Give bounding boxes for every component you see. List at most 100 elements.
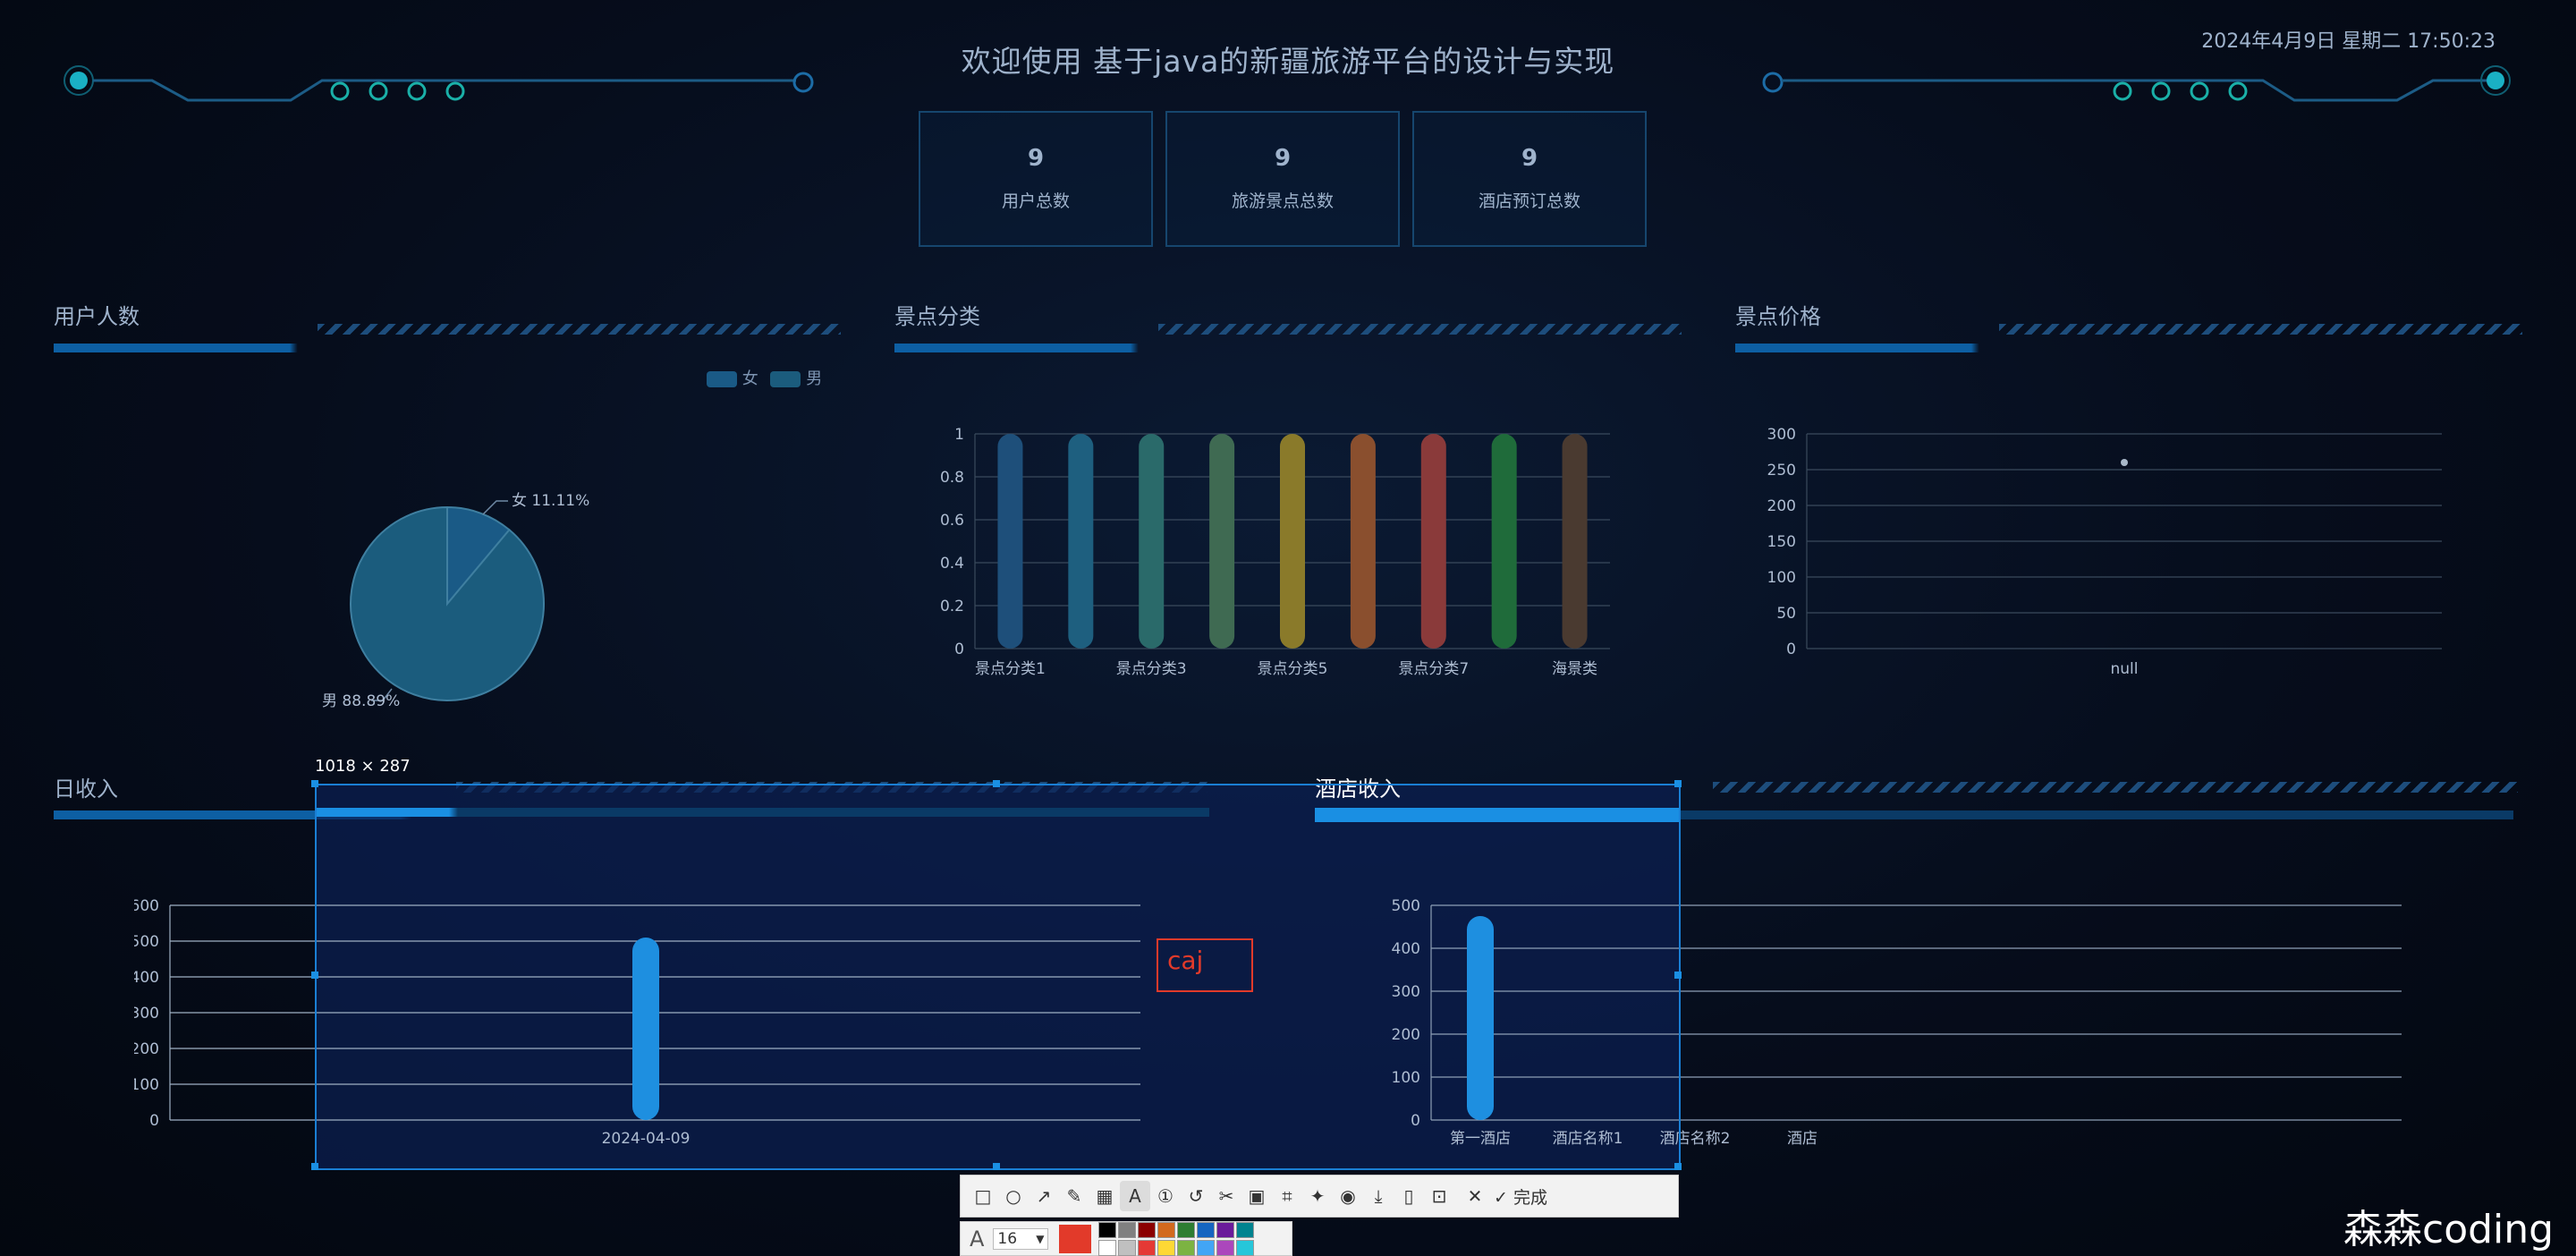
palette-color[interactable] [1197,1239,1216,1256]
screenshot-selection[interactable] [315,784,1681,1170]
panel-underline [894,344,1682,352]
selection-handle-ml[interactable] [311,972,318,979]
screen-record-icon[interactable]: ▣ [1241,1181,1272,1211]
close-icon[interactable]: ✕ [1460,1181,1490,1211]
palette-color[interactable] [1177,1221,1196,1238]
font-size-value: 16 [997,1229,1018,1248]
x-tick-label: 景点分类5 [1258,660,1328,678]
selection-handle-tm[interactable] [993,780,1000,787]
y-tick-label: 250 [1767,462,1796,479]
annotation-text[interactable]: caj [1167,946,1203,975]
mosaic-icon[interactable]: ▦ [1089,1181,1120,1211]
selection-handle-bm[interactable] [993,1163,1000,1170]
y-tick-label: 0.6 [940,512,964,530]
datetime: 2024年4月9日 星期二 17:50:23 [2201,30,2496,53]
category-bar-chart: 0 0.2 0.4 0.6 0.8 1 景点分类1 景点分类3 景点分类5 景点分类7 海景类 [940,426,1610,678]
y-tick-label: 0 [954,641,964,658]
download-icon[interactable]: ⤓ [1363,1181,1394,1211]
y-tick-label: 0.4 [940,555,964,573]
palette-color[interactable] [1098,1221,1117,1238]
stat-value: 9 [1027,145,1045,172]
x-tick-label: 景点分类7 [1398,660,1469,678]
palette-color[interactable] [1098,1239,1117,1256]
price-chart: 0 50 100 150 200 250 300 null [1767,426,2442,678]
pen-icon[interactable]: ✎ [1059,1181,1089,1211]
pie-label: 男 88.89% [322,692,400,710]
rect-icon[interactable]: □ [968,1181,998,1211]
palette-color[interactable] [1236,1221,1255,1238]
palette-color[interactable] [1216,1221,1235,1238]
current-color-swatch[interactable] [1059,1224,1092,1253]
y-tick-label: 0 [1786,641,1796,658]
bar[interactable] [997,434,1023,649]
watermark: 森森coding [2343,1207,2555,1252]
legend-swatch-female [707,371,737,387]
pie-label: 女 11.11% [512,492,589,510]
scissors-icon[interactable]: ✂ [1211,1181,1241,1211]
finish-label: 完成 [1513,1187,1547,1208]
palette-color[interactable] [1197,1221,1216,1238]
bar[interactable] [1420,434,1446,649]
bar[interactable] [1209,434,1235,649]
y-tick-label: 400 [134,969,159,987]
palette-color[interactable] [1216,1239,1235,1256]
pie-slice[interactable] [350,505,545,701]
stat-value: 9 [1274,145,1292,172]
pie-legend: 女 男 [707,366,822,389]
palette-color[interactable] [1118,1239,1137,1256]
arrow-icon[interactable]: ↗ [1029,1181,1059,1211]
text-icon[interactable]: A [1120,1181,1150,1211]
finish-button[interactable]: ✓ 完成 [1494,1184,1547,1209]
undo-icon[interactable]: ↺ [1181,1181,1211,1211]
text-annotation-box[interactable]: caj [1157,938,1253,992]
selection-handle-bl[interactable] [311,1163,318,1170]
panel-underline [54,344,841,352]
bar[interactable] [1562,434,1588,649]
y-tick-label: 500 [134,933,159,951]
bar[interactable] [1139,434,1165,649]
palette-color[interactable] [1157,1221,1176,1238]
bar[interactable] [1491,434,1517,649]
palette-color[interactable] [1157,1239,1176,1256]
bar[interactable] [1068,434,1094,649]
ellipse-icon[interactable]: ○ [998,1181,1029,1211]
palette-color[interactable] [1118,1221,1137,1238]
record-icon[interactable]: ◉ [1333,1181,1363,1211]
stat-card-attractions: 9 旅游景点总数 [1165,111,1400,247]
selection-handle-tl[interactable] [311,780,318,787]
bar[interactable] [1350,434,1376,649]
data-point[interactable] [2121,459,2128,466]
legend-label-male: 男 [806,369,823,388]
serial-icon[interactable]: ① [1150,1181,1181,1211]
selection-handle-br[interactable] [1674,1163,1682,1170]
size-label: 1018 × 287 [315,757,411,776]
check-icon: ✓ [1494,1187,1513,1208]
color-palette [1098,1221,1255,1256]
font-size-icon: A [970,1226,985,1252]
panel-hatch [1999,324,2522,335]
y-tick-label: 50 [1776,605,1796,623]
users-pie-chart: 女 11.11% 男 88.89% [322,492,589,710]
screenshot-toolbar: □ ○ ↗ ✎ ▦ A ① ↺ ✂ ▣ ⌗ ✦ ◉ ⤓ ▯ ⊡ ✕ ✓ 完成 [960,1175,1679,1218]
pie-label-line [482,500,508,515]
x-tick-label: null [2111,660,2139,678]
x-tick-label: 景点分类1 [975,660,1046,678]
palette-color[interactable] [1236,1239,1255,1256]
bar[interactable] [1280,434,1305,649]
bookmark-icon[interactable]: ⊡ [1424,1181,1454,1211]
pin-icon[interactable]: ✦ [1302,1181,1333,1211]
x-tick-label: 酒店 [1787,1130,1818,1148]
font-size-select[interactable]: 16 ▼ [993,1227,1049,1250]
palette-color[interactable] [1138,1239,1157,1256]
ocr-icon[interactable]: ⌗ [1272,1181,1302,1211]
panel-hatch [318,324,841,335]
stat-label: 旅游景点总数 [1231,191,1334,211]
text-settings-toolbar: A 16 ▼ [960,1221,1292,1256]
palette-color[interactable] [1177,1239,1196,1256]
save-icon[interactable]: ▯ [1394,1181,1424,1211]
palette-color[interactable] [1138,1221,1157,1238]
selection-handle-tr[interactable] [1674,780,1682,787]
y-tick-label: 100 [134,1076,159,1094]
panel-title-categories: 景点分类 [894,304,980,329]
selection-handle-mr[interactable] [1674,972,1682,979]
